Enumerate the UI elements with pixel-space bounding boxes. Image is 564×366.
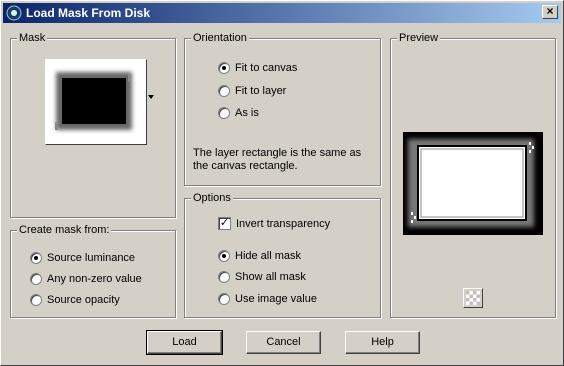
cancel-button[interactable]: Cancel: [246, 331, 321, 354]
preview-legend: Preview: [397, 31, 441, 45]
close-icon: ×: [546, 4, 554, 18]
options-group: Options ✓ Invert transparency Hide all m…: [184, 191, 381, 318]
radio-label: Source luminance: [47, 252, 136, 264]
load-mask-dialog: Load Mask From Disk × Mask Create mask f…: [0, 0, 564, 366]
radio-label: Source opacity: [47, 294, 120, 306]
close-button[interactable]: ×: [542, 5, 558, 19]
radio-dot: [218, 62, 230, 74]
radio-label: Fit to layer: [235, 85, 287, 97]
mask-thumbnail: [55, 72, 132, 130]
preview-group: Preview: [390, 31, 556, 318]
window-title: Load Mask From Disk: [26, 6, 151, 20]
checkmark-icon: ✓: [218, 217, 231, 230]
preview-image: [403, 132, 543, 235]
radio-dot: [30, 252, 42, 264]
create-mask-group: Create mask from: Source luminance Any n…: [10, 223, 176, 318]
radio-label: Fit to canvas: [235, 62, 298, 74]
checkerboard-icon: [466, 291, 480, 305]
radio-dot: [218, 250, 230, 262]
transparency-toggle-button[interactable]: [463, 288, 483, 308]
checkbox-label: Invert transparency: [236, 218, 331, 230]
radio-label: Hide all mask: [235, 250, 302, 262]
mask-legend: Mask: [17, 31, 48, 45]
load-button[interactable]: Load: [146, 330, 223, 355]
radio-dot: [218, 107, 230, 119]
radio-label: As is: [235, 107, 259, 119]
orientation-description: The layer rectangle is the same as the c…: [193, 147, 362, 172]
orientation-legend: Orientation: [191, 31, 249, 45]
radio-label: Use image value: [235, 293, 317, 305]
radio-dot: [218, 293, 230, 305]
radio-label: Any non-zero value: [47, 273, 142, 285]
radio-label: Show all mask: [235, 271, 306, 283]
radio-dot: [218, 85, 230, 97]
orientation-group: Orientation Fit to canvas Fit to layer A…: [184, 31, 381, 186]
radio-dot: [30, 294, 42, 306]
mask-group: Mask: [10, 31, 176, 218]
chevron-down-icon[interactable]: [148, 95, 154, 99]
title-bar: Load Mask From Disk ×: [3, 3, 561, 23]
radio-dot: [218, 271, 230, 283]
mask-thumbnail-picker[interactable]: [45, 59, 147, 145]
create-mask-legend: Create mask from:: [17, 223, 112, 237]
preview-canvas: [408, 139, 534, 227]
app-icon: [6, 5, 22, 21]
options-legend: Options: [191, 191, 233, 205]
radio-dot: [30, 273, 42, 285]
help-button[interactable]: Help: [345, 331, 420, 354]
